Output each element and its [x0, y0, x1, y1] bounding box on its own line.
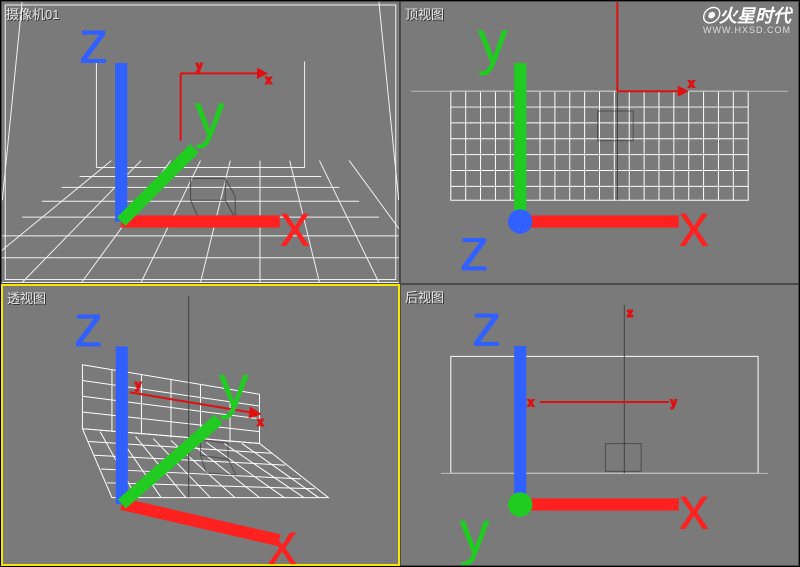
axis-tripod-icon: y x z [401, 2, 798, 283]
viewport-back[interactable]: 后视图 x y z z x y [400, 284, 799, 567]
watermark-logo: ⦿火星时代 WWW.HXSD.COM [701, 7, 791, 35]
viewport-label: 顶视图 [405, 4, 444, 23]
svg-text:x: x [280, 191, 310, 259]
svg-text:x: x [679, 191, 709, 259]
svg-text:x: x [679, 473, 709, 541]
viewport-camera01[interactable]: 摄像机01 [1, 1, 400, 284]
viewport-label: 透视图 [7, 288, 46, 307]
svg-text:z: z [471, 290, 501, 358]
svg-text:z: z [79, 8, 109, 76]
axis-tripod-icon: z x y [2, 2, 399, 283]
svg-text:y: y [219, 352, 250, 420]
svg-text:y: y [194, 81, 225, 149]
viewport-perspective[interactable]: 透视图 [1, 284, 400, 567]
svg-text:x: x [267, 509, 297, 564]
viewport-label: 后视图 [405, 287, 444, 306]
viewport-top[interactable]: 顶视图 [400, 1, 799, 284]
svg-text:z: z [459, 215, 489, 282]
svg-text:y: y [459, 498, 490, 565]
viewport-grid: 摄像机01 [1, 1, 799, 566]
axis-tripod-icon: z x y [401, 285, 798, 566]
viewport-label: 摄像机01 [6, 4, 59, 23]
axis-tripod-icon: z x y [3, 286, 398, 565]
svg-text:z: z [73, 291, 103, 359]
svg-text:y: y [478, 8, 509, 76]
